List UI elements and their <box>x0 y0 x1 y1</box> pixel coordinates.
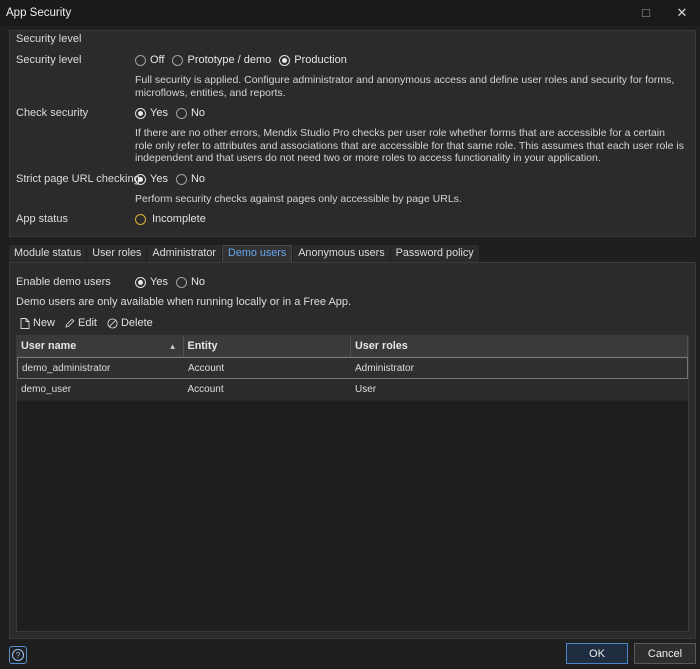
security-level-radio-group: Off Prototype / demo Production <box>135 54 355 66</box>
cell-user-roles: User <box>355 384 377 395</box>
radio-indicator-selected <box>135 107 146 119</box>
radio-label: Yes <box>150 276 168 288</box>
strict-url-label: Strict page URL checking <box>16 173 140 185</box>
edit-button[interactable]: Edit <box>65 317 97 329</box>
strict-url-radio-group: Yes No <box>135 173 213 185</box>
enable-demo-users-radio-group: Yes No <box>135 276 213 288</box>
strict-url-description: Perform security checks against pages on… <box>135 193 462 205</box>
table-row[interactable]: demo_user Account User <box>17 379 688 401</box>
radio-strict-url-no[interactable]: No <box>175 173 206 185</box>
help-icon: ? <box>12 649 24 661</box>
radio-indicator <box>175 276 187 288</box>
check-security-label: Check security <box>16 107 89 119</box>
prohibited-icon <box>107 317 118 329</box>
cancel-button[interactable]: Cancel <box>634 643 696 664</box>
app-status-value: Incomplete <box>152 213 206 225</box>
cell-user-name: demo_user <box>21 384 72 395</box>
close-icon[interactable]: ✕ <box>664 0 700 26</box>
radio-label: No <box>190 276 206 288</box>
window-title: App Security <box>6 7 72 19</box>
radio-indicator-selected <box>135 173 146 185</box>
maximize-icon[interactable]: ☐ <box>628 0 664 26</box>
radio-label: Yes <box>150 107 168 119</box>
radio-check-security-no[interactable]: No <box>175 107 206 119</box>
radio-security-prototype[interactable]: Prototype / demo <box>172 54 271 66</box>
radio-label: No <box>190 173 206 185</box>
column-header-entity[interactable]: Entity <box>184 336 351 357</box>
table-row[interactable]: demo_administrator Account Administrator <box>17 357 688 379</box>
radio-indicator <box>175 173 187 185</box>
radio-indicator <box>172 54 184 66</box>
sort-ascending-icon: ▲ <box>168 342 177 351</box>
check-security-radio-group: Yes No <box>135 107 213 119</box>
new-button[interactable]: New <box>20 317 55 329</box>
tab-module-status[interactable]: Module status <box>9 245 87 262</box>
demo-users-panel: Enable demo users Yes No Demo users are … <box>9 262 696 639</box>
column-header-label: User name <box>21 340 77 352</box>
radio-demo-users-no[interactable]: No <box>175 276 206 288</box>
demo-users-grid: User name ▲ Entity User roles demo_admin… <box>16 335 689 632</box>
status-incomplete-icon <box>135 213 146 225</box>
security-level-label: Security level <box>16 54 82 66</box>
radio-indicator <box>175 107 187 119</box>
app-status: Incomplete <box>135 213 206 225</box>
tab-user-roles[interactable]: User roles <box>87 245 147 262</box>
grid-header: User name ▲ Entity User roles <box>17 336 688 357</box>
ok-button[interactable]: OK <box>566 643 628 664</box>
pencil-icon <box>65 318 75 328</box>
grid-toolbar: New Edit Delete <box>20 317 163 329</box>
enable-demo-users-label: Enable demo users <box>16 276 111 288</box>
radio-security-off[interactable]: Off <box>135 54 164 66</box>
cell-user-name: demo_administrator <box>22 362 111 374</box>
column-header-user-roles[interactable]: User roles <box>351 336 688 357</box>
cell-entity: Account <box>187 384 224 395</box>
radio-label: Yes <box>150 173 168 185</box>
radio-indicator <box>135 54 146 66</box>
radio-label: No <box>190 107 206 119</box>
new-button-label: New <box>33 317 56 329</box>
cell-entity: Account <box>188 362 225 374</box>
delete-button[interactable]: Delete <box>107 317 153 329</box>
dialog-footer: ? OK Cancel <box>0 639 700 669</box>
help-button[interactable]: ? <box>9 646 27 664</box>
security-level-description: Full security is applied. Configure admi… <box>135 74 675 99</box>
edit-button-label: Edit <box>78 317 97 329</box>
title-bar: App Security ☐ ✕ <box>0 0 700 26</box>
radio-security-production[interactable]: Production <box>279 54 347 66</box>
tab-password-policy[interactable]: Password policy <box>390 245 479 262</box>
column-header-user-name[interactable]: User name ▲ <box>17 336 184 357</box>
tab-administrator[interactable]: Administrator <box>147 245 222 262</box>
check-security-description: If there are no other errors, Mendix Stu… <box>135 127 684 164</box>
radio-indicator-selected <box>135 276 146 288</box>
cell-user-roles: Administrator <box>355 362 414 374</box>
radio-label: Production <box>294 54 347 66</box>
radio-strict-url-yes[interactable]: Yes <box>135 173 168 185</box>
radio-label: Prototype / demo <box>187 54 272 66</box>
group-legend: Security level <box>16 33 82 45</box>
delete-button-label: Delete <box>120 317 153 329</box>
new-document-icon <box>20 317 30 329</box>
demo-users-note: Demo users are only available when runni… <box>16 296 352 308</box>
tab-demo-users[interactable]: Demo users <box>222 245 293 262</box>
radio-demo-users-yes[interactable]: Yes <box>135 276 168 288</box>
radio-indicator-selected <box>279 54 291 66</box>
app-status-label: App status <box>16 213 68 225</box>
radio-label: Off <box>150 54 165 66</box>
radio-check-security-yes[interactable]: Yes <box>135 107 168 119</box>
tab-bar: Module status User roles Administrator D… <box>9 245 480 262</box>
tab-anonymous-users[interactable]: Anonymous users <box>293 245 390 262</box>
security-level-group: Security level Security level Off Protot… <box>9 30 696 237</box>
